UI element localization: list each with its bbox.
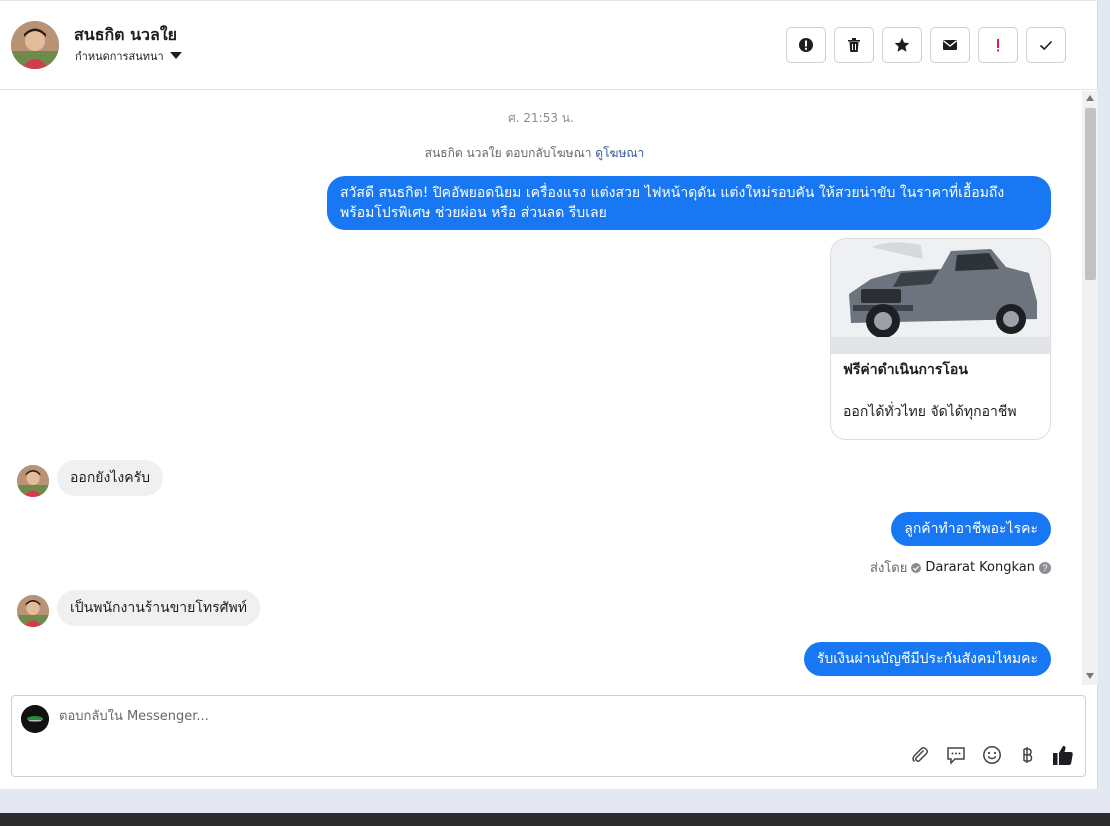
outgoing-message: ลูกค้าทำอาชีพอะไรคะ (891, 512, 1051, 546)
attach-button[interactable] (908, 743, 932, 767)
thread-scrollbar[interactable] (1082, 91, 1098, 685)
check-icon (1039, 40, 1053, 51)
follow-up-button[interactable] (978, 27, 1018, 63)
contact-name: สนธกิต นวลใย (74, 25, 178, 44)
outgoing-message: สวัสดี สนธกิต! ปิคอัพยอดนิยม เครื่องแรง … (327, 176, 1051, 230)
envelope-icon (943, 40, 957, 50)
mark-done-button[interactable] (1026, 27, 1066, 63)
verified-check-icon (911, 562, 922, 573)
os-taskbar (0, 813, 1110, 826)
sent-by-label: ส่งโดย (870, 561, 908, 576)
scroll-down-arrow-icon[interactable] (1086, 673, 1094, 679)
spam-button[interactable] (786, 27, 826, 63)
contact-avatar-small (17, 595, 49, 627)
emoji-button[interactable] (980, 743, 1004, 767)
baht-icon (1023, 747, 1033, 763)
ad-reply-text: สนธกิต นวลใย ตอบกลับโฆษณา (424, 146, 592, 160)
message-thread: ศ. 21:53 น. สนธกิต นวลใย ตอบกลับโฆษณา ดู… (0, 91, 1082, 685)
contact-avatar-small (17, 465, 49, 497)
exclamation-icon (997, 39, 999, 52)
star-icon (894, 37, 910, 52)
contact-avatar[interactable] (11, 21, 59, 69)
svg-text:?: ? (1042, 563, 1047, 573)
scroll-up-arrow-icon[interactable] (1086, 95, 1094, 101)
chat-bubble-icon (947, 747, 965, 765)
trash-icon (848, 38, 860, 52)
sent-by-line: ส่งโดย Dararat Kongkan ? (870, 557, 1051, 578)
assign-label: กำหนดการสนทนา (75, 50, 164, 63)
message-timestamp: ศ. 21:53 น. (508, 111, 574, 125)
sent-by-name: Dararat Kongkan (925, 560, 1035, 575)
delete-button[interactable] (834, 27, 874, 63)
incoming-message: ออกยังไงครับ (57, 460, 163, 496)
ad-card-description: ออกได้ทั่วไทย จัดได้ทุกอาชีพ (843, 404, 1017, 420)
page-logo (21, 705, 49, 733)
view-ad-link[interactable]: ดูโฆษณา (595, 146, 644, 160)
reply-input[interactable] (59, 709, 859, 724)
ad-reply-notice: สนธกิต นวลใย ตอบกลับโฆษณา ดูโฆษณา (0, 144, 1069, 163)
star-button[interactable] (882, 27, 922, 63)
caret-down-icon (169, 52, 182, 59)
thumbs-up-icon (1053, 745, 1073, 765)
scrollbar-thumb[interactable] (1085, 108, 1096, 280)
ad-card-title: ฟรีค่าดำเนินการโอน (843, 362, 968, 378)
payment-button[interactable] (1015, 743, 1039, 767)
ad-card-image (831, 239, 1050, 354)
saved-replies-button[interactable] (944, 743, 968, 767)
like-button[interactable] (1051, 743, 1075, 767)
ad-card[interactable]: ฟรีค่าดำเนินการโอน ออกได้ทั่วไทย จัดได้ท… (830, 238, 1051, 440)
conversation-panel: สนธกิต นวลใย กำหนดการสนทนา ศ. 21:53 น. ส… (0, 0, 1098, 789)
paperclip-icon (912, 747, 928, 763)
conversation-header: สนธกิต นวลใย กำหนดการสนทนา (0, 0, 1098, 90)
reply-composer (11, 695, 1086, 777)
outgoing-message: รับเงินผ่านบัญชีมีประกันสังคมไหมคะ (803, 642, 1051, 676)
mark-unread-button[interactable] (930, 27, 970, 63)
incoming-message: เป็นพนักงานร้านขายโทรศัพท์ (57, 590, 260, 626)
smiley-icon (983, 746, 1001, 764)
alert-circle-icon (799, 38, 813, 52)
assign-conversation-dropdown[interactable]: กำหนดการสนทนา (75, 47, 182, 65)
help-icon[interactable]: ? (1039, 561, 1051, 574)
